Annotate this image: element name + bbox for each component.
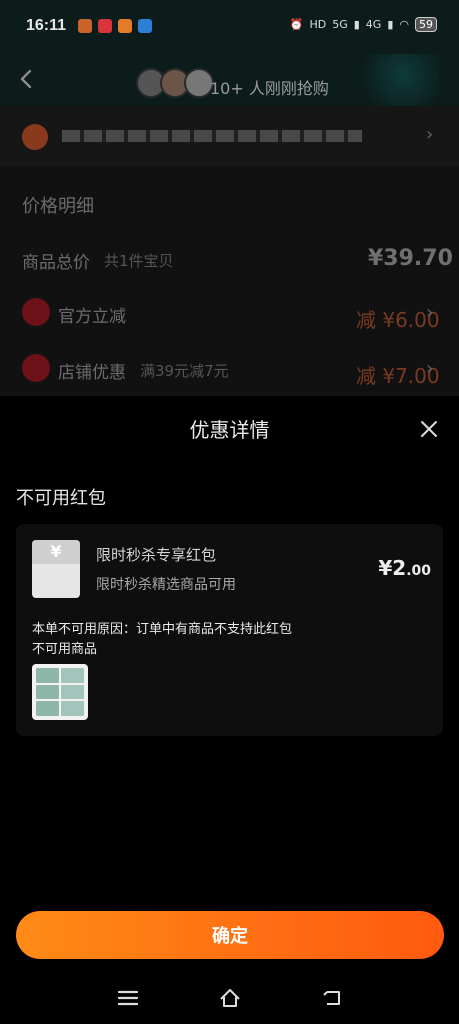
thumbnail-tile [36,701,59,716]
status-bar: 16:11 ⏰ HD 5G ▮ 4G ▮ ◠ 59 [0,0,459,54]
header-decoration [349,54,439,106]
store-discount-label: 店铺优惠 [58,363,126,383]
app-notification-icon [138,19,152,33]
status-time: 16:11 [26,17,67,34]
total-sub: 共1件宝贝 [104,252,174,270]
product-thumbnail[interactable] [32,664,88,720]
system-nav-bar [0,974,459,1024]
thumbnail-tile [36,684,59,700]
back-arrow-icon[interactable] [16,68,38,90]
store-discount-sub: 满39元减7元 [140,362,229,380]
buyer-avatars [136,68,214,98]
coupon-amount-main: 2 [392,556,407,580]
envelope-yen: ¥ [50,542,62,561]
hd-indicator: HD [309,18,327,31]
chevron-right-icon[interactable]: › [426,302,433,323]
app-notification-icon [98,19,112,33]
battery-indicator: 59 [415,17,437,32]
sheet-title: 优惠详情 [189,418,270,442]
app-notification-icon [78,19,92,33]
signal-icon: ▮ [353,18,360,31]
page-header: 10+ 人刚刚抢购 [0,54,459,106]
status-app-icons [78,19,152,33]
thumbnail-tile [61,684,84,700]
chevron-right-icon[interactable]: › [426,358,433,379]
chevron-right-icon: › [426,124,434,145]
coupon-description: 限时秒杀精选商品可用 [96,577,236,593]
close-icon[interactable] [418,418,440,440]
signal-icon: ▮ [387,18,394,31]
discount-detail-sheet: 优惠详情 不可用红包 ¥ 限时秒杀专享红包 限时秒杀精选商品可用 ¥2.00 本… [0,396,459,1024]
price-detail-title: 价格明细 [22,196,94,217]
thumbnail-tile [61,668,84,683]
lightning-icon [22,298,50,326]
unavailable-items-label: 不可用商品 [32,642,98,657]
coupon-amount: ¥2.00 [378,556,431,580]
order-page-background: › 价格明细 商品总价 共1件宝贝 ¥39.70 官方立减 减 ¥6.00 › … [0,106,459,406]
thumbnail-tile [61,701,84,716]
status-right: ⏰ HD 5G ▮ 4G ▮ ◠ 59 [290,17,437,32]
thumbnail-tile [36,668,59,683]
coupon-name: 限时秒杀专享红包 [96,546,217,564]
official-discount-label: 官方立减 [58,307,126,327]
confirm-button[interactable]: 确定 [16,911,444,959]
network-5g: 5G [332,18,348,31]
coupon-card: ¥ 限时秒杀专享红包 限时秒杀精选商品可用 ¥2.00 本单不可用原因：订单中有… [16,524,443,736]
coupon-amount-symbol: ¥ [378,556,393,580]
coupon-amount-decimal: .00 [406,563,431,579]
menu-icon[interactable] [116,986,140,1010]
back-icon[interactable] [320,986,344,1010]
unavailable-coupons-title: 不可用红包 [16,488,106,509]
unavailable-reason: 本单不可用原因：订单中有商品不支持此红包 [32,622,293,637]
total-label: 商品总价 [22,253,90,273]
address-redacted [62,130,362,142]
total-price: ¥39.70 [368,246,453,271]
home-icon[interactable] [218,986,242,1010]
location-pin-icon [22,124,48,150]
alarm-icon: ⏰ [289,18,304,31]
wifi-icon: ◠ [399,18,409,31]
recent-buyers-text: 10+ 人刚刚抢购 [210,79,329,98]
network-4g: 4G [365,18,382,31]
app-notification-icon [118,19,132,33]
address-row[interactable]: › [0,106,459,166]
red-envelope-icon: ¥ [32,540,80,598]
store-icon [22,354,50,382]
